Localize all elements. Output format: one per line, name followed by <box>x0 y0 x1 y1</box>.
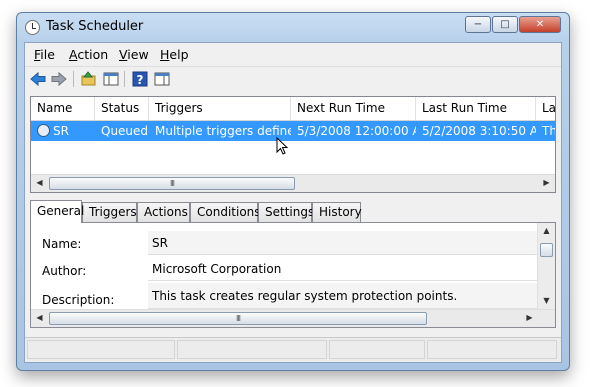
cell-last-run-time: 5/2/2008 3:10:50 AM <box>422 124 536 138</box>
task-scheduler-window: Task Scheduler − □ ✕ File Action View He… <box>16 12 570 371</box>
forward-icon[interactable] <box>50 70 68 88</box>
task-scheduler-clock-icon <box>25 20 40 35</box>
menu-view[interactable]: View <box>119 47 149 62</box>
status-pane <box>177 340 327 359</box>
status-bar <box>25 337 561 362</box>
author-field[interactable]: Microsoft Corporation <box>148 257 537 281</box>
scroll-left-button[interactable]: ◀ <box>31 175 48 192</box>
status-pane <box>329 340 425 359</box>
column-header-triggers[interactable]: Triggers <box>149 97 291 120</box>
scrollbar-thumb[interactable]: III <box>49 312 427 325</box>
column-header-name[interactable]: Name <box>31 97 95 120</box>
scroll-down-button[interactable]: ▼ <box>538 293 555 310</box>
show-hide-pane-icon[interactable] <box>102 70 120 88</box>
scrollbar-thumb[interactable]: III <box>49 177 295 190</box>
minimize-button[interactable]: − <box>465 16 491 33</box>
scroll-right-button[interactable]: ▶ <box>538 175 555 192</box>
tab-conditions[interactable]: Conditions <box>190 202 261 222</box>
menu-help[interactable]: Help <box>160 47 189 62</box>
tab-general[interactable]: General <box>30 200 84 223</box>
detail-tabs: General Triggers Actions Conditions Sett… <box>30 200 556 223</box>
column-header-next-run-time[interactable]: Next Run Time <box>291 97 416 120</box>
mouse-cursor-icon <box>276 137 289 155</box>
table-row[interactable]: SR Queued Multiple triggers defined 5/3/… <box>31 121 555 141</box>
svg-text:?: ? <box>137 73 144 87</box>
cell-next-run-time: 5/3/2008 12:00:00 AM <box>297 124 416 138</box>
close-button[interactable]: ✕ <box>519 16 561 33</box>
column-header-row: Name Status Triggers Next Run Time Last … <box>31 97 555 121</box>
scroll-right-button[interactable]: ▶ <box>521 310 538 327</box>
description-field[interactable]: This task creates regular system protect… <box>148 283 537 309</box>
up-folder-icon[interactable] <box>80 70 98 88</box>
scroll-left-button[interactable]: ◀ <box>31 310 48 327</box>
scroll-up-button[interactable]: ▲ <box>538 223 555 240</box>
cell-last-result: Th <box>542 124 556 138</box>
column-header-last-run-time[interactable]: Last Run Time <box>416 97 536 120</box>
general-vertical-scrollbar[interactable]: ▲ ▼ <box>537 223 555 310</box>
tab-history[interactable]: History <box>312 202 362 222</box>
task-list-horizontal-scrollbar[interactable]: ◀ III ▶ <box>31 174 555 192</box>
menu-action[interactable]: Action <box>69 47 108 62</box>
cell-name: SR <box>53 124 69 138</box>
general-horizontal-scrollbar[interactable]: ◀ III ▶ <box>31 309 555 327</box>
menu-bar: File Action View Help <box>25 43 561 65</box>
status-pane <box>27 340 175 359</box>
description-label: Description: <box>42 293 115 307</box>
help-icon[interactable]: ? <box>131 70 149 88</box>
cell-status: Queued <box>101 124 149 138</box>
menu-file[interactable]: File <box>34 47 55 62</box>
author-label: Author: <box>42 264 87 278</box>
vertical-scrollbar-thumb[interactable] <box>540 243 553 257</box>
task-list-view: Name Status Triggers Next Run Time Last … <box>30 96 556 193</box>
back-icon[interactable] <box>29 70 47 88</box>
tab-triggers[interactable]: Triggers <box>82 202 137 222</box>
general-tab-page: Name: SR Author: Microsoft Corporation D… <box>30 222 556 328</box>
column-header-status[interactable]: Status <box>95 97 149 120</box>
name-field[interactable]: SR <box>148 231 537 255</box>
maximize-button[interactable]: □ <box>492 16 518 33</box>
client-area: File Action View Help ? Name Status Trig… <box>24 42 562 363</box>
column-header-last-result[interactable]: Las <box>536 97 555 120</box>
window-title: Task Scheduler <box>46 19 144 34</box>
title-bar[interactable]: Task Scheduler − □ ✕ <box>17 13 569 43</box>
tab-settings[interactable]: Settings <box>258 202 314 222</box>
status-pane <box>427 340 557 359</box>
toolbar: ? <box>25 66 561 91</box>
toolbar-separator <box>73 71 74 87</box>
name-label: Name: <box>42 237 82 251</box>
cell-triggers: Multiple triggers defined <box>155 124 291 138</box>
properties-pane-icon[interactable] <box>153 70 171 88</box>
toolbar-separator <box>124 71 125 87</box>
tab-actions[interactable]: Actions <box>137 202 190 222</box>
